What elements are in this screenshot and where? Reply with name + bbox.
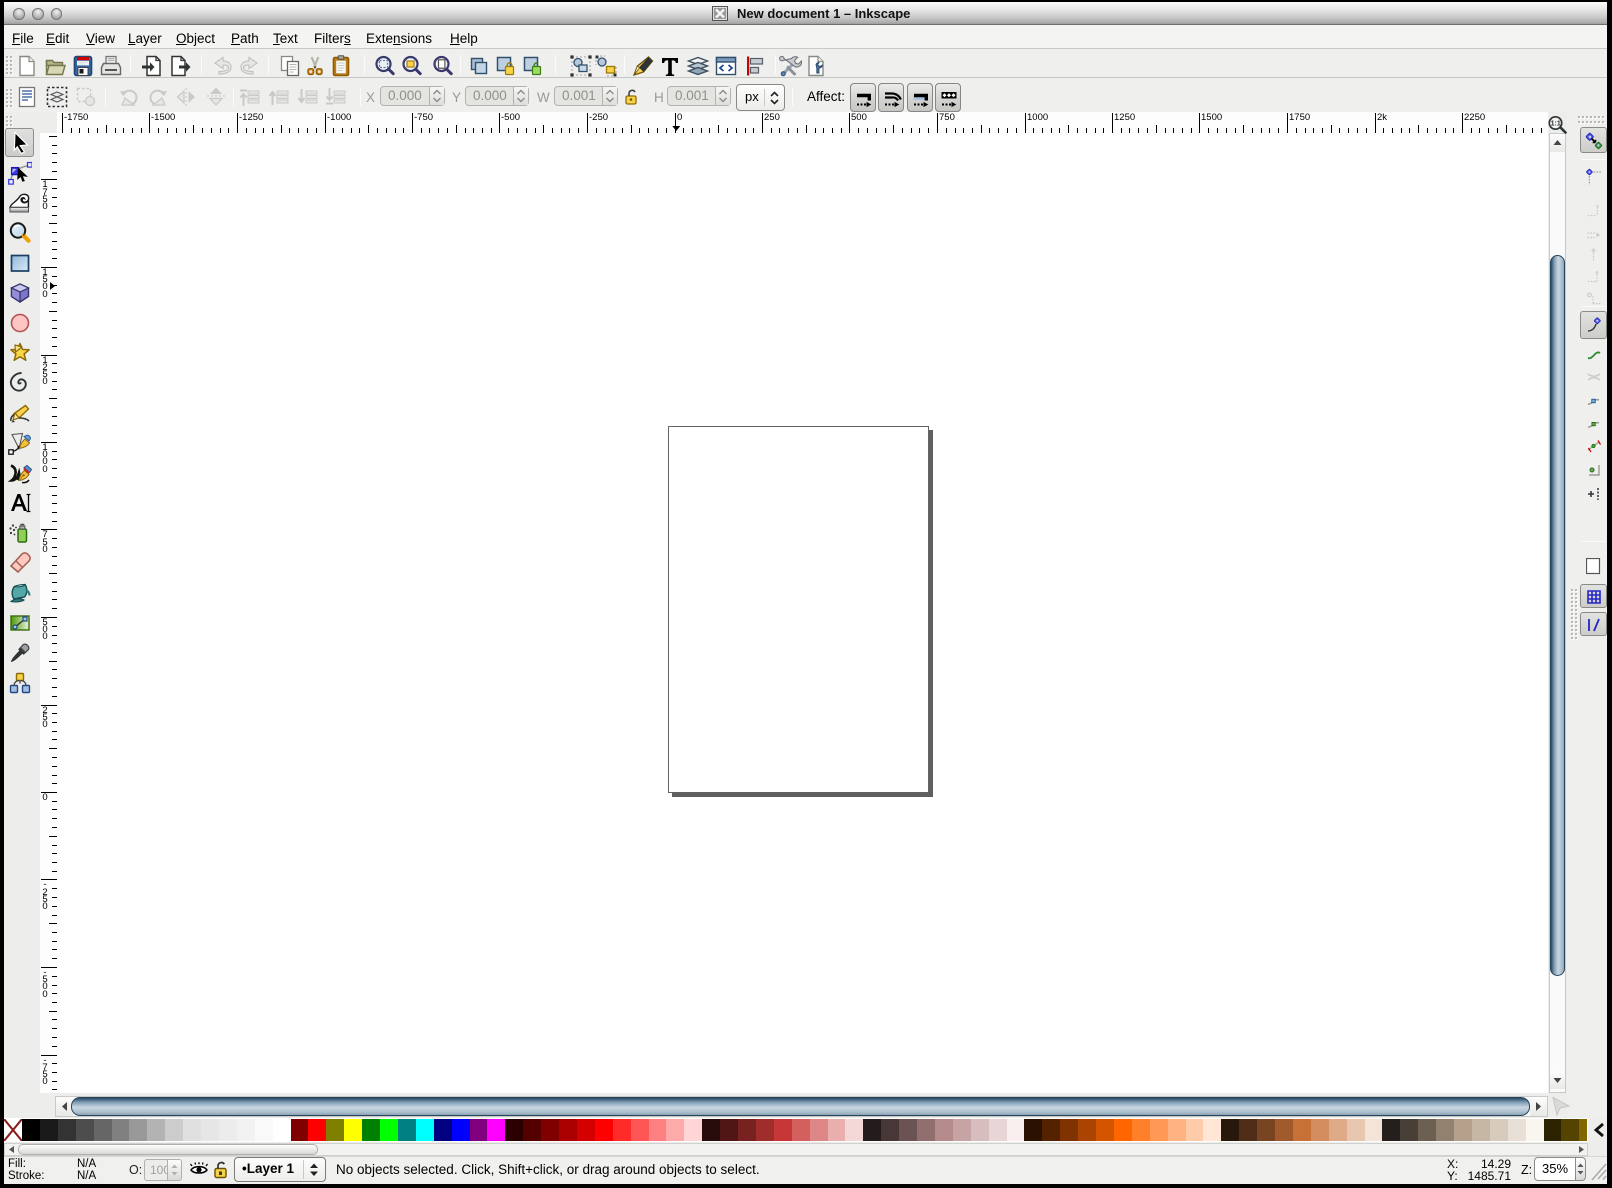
svg-text:1:1: 1:1 [1551,121,1561,128]
